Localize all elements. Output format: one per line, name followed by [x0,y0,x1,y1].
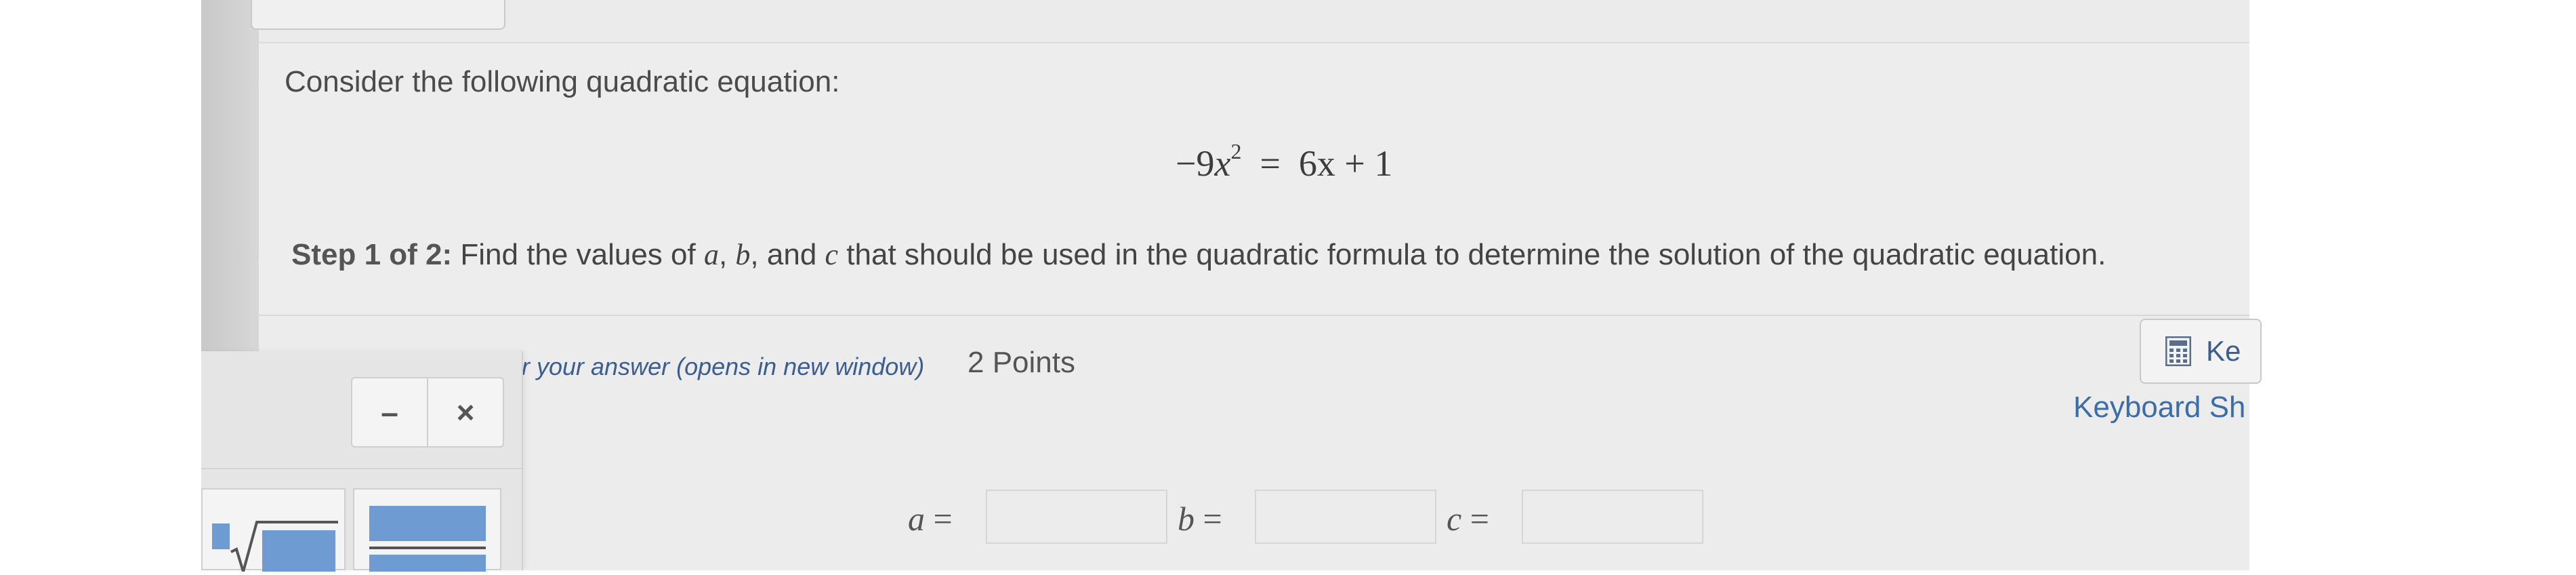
palette-controls: – × [351,377,504,448]
step-var-a: a [703,238,719,271]
keypad-button[interactable]: Ke [2140,319,2262,384]
var-name-a: a [908,500,925,538]
step-comma: , [718,238,728,271]
calculator-icon [2165,336,2191,366]
equation-constant: 1 [1374,143,1393,184]
answer-label-c: c = [1447,499,1489,538]
answer-label-b: b = [1178,499,1222,538]
step-var-b: b [735,238,751,271]
fraction-icon [369,506,486,572]
fraction-tool-button[interactable] [353,488,501,572]
equals-c: = [1470,500,1489,538]
var-name-b: b [1178,500,1194,538]
input-c[interactable] [1522,490,1703,544]
question-tab[interactable] [251,0,505,30]
palette-close-button[interactable]: × [427,378,503,446]
step-and: , and [750,238,817,271]
step-var-c: c [825,238,839,271]
palette-minimize-button[interactable]: – [352,378,427,446]
equation-plus: + [1344,143,1365,184]
quadratic-equation: −9x2 = 6x + 1 [1176,139,1393,184]
equation-variable: x [1214,143,1231,184]
equation-rhs-term: 6x [1298,143,1335,184]
equation-equals: = [1260,143,1281,184]
points-label: 2 Points [968,346,1075,379]
sqrt-tool-button[interactable] [201,488,346,572]
equation-coefficient: 9 [1196,143,1215,184]
input-a[interactable] [986,490,1167,544]
answer-label-a: a = [908,499,953,538]
square-root-icon [212,521,338,572]
palette-divider [201,468,522,469]
var-name-c: c [1447,500,1462,538]
equals-b: = [1203,500,1222,538]
input-b[interactable] [1255,490,1436,544]
question-prompt: Consider the following quadratic equatio… [285,65,840,98]
equation-exponent: 2 [1230,139,1242,163]
equation-sign: − [1176,143,1197,184]
step-instructions: Step 1 of 2: Find the values of a, b, an… [291,237,2106,272]
answer-help-link[interactable]: r your answer (opens in new window) [522,353,924,381]
equals-a: = [933,500,953,538]
keyboard-shortcuts-link[interactable]: Keyboard Sh [2073,391,2245,424]
step-text-end: that should be used in the quadratic for… [846,238,2106,271]
keypad-button-label: Ke [2206,335,2241,367]
step-label: Step 1 of 2: [291,238,453,271]
step-text-start: Find the values of [460,238,696,271]
